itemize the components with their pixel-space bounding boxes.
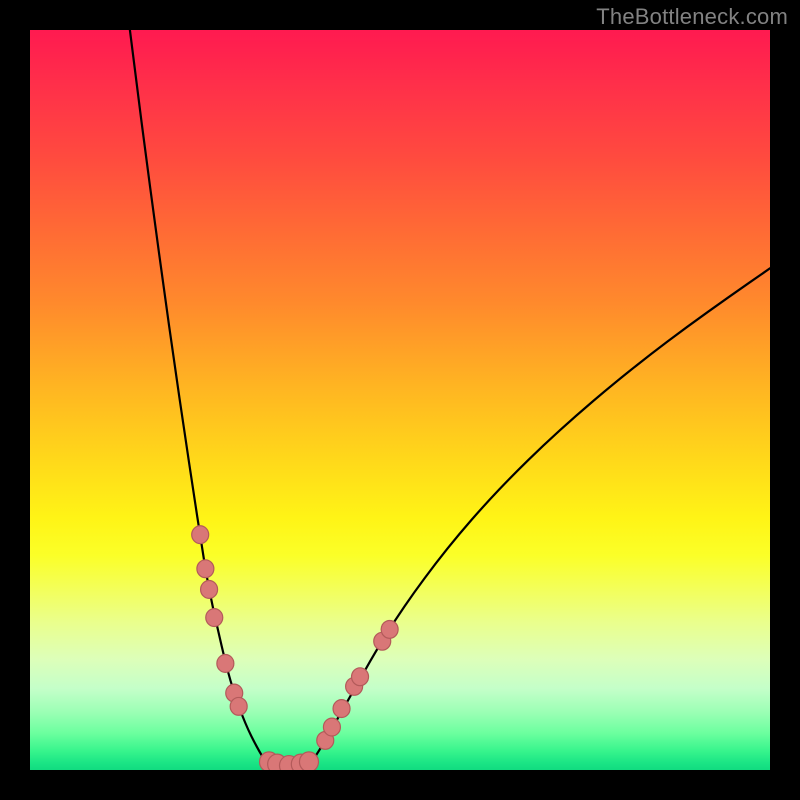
curve-svg bbox=[30, 30, 770, 770]
data-marker bbox=[299, 752, 318, 770]
data-marker bbox=[230, 697, 247, 715]
data-marker bbox=[201, 581, 218, 599]
data-marker bbox=[352, 668, 369, 686]
data-marker bbox=[333, 700, 350, 718]
data-marker bbox=[217, 655, 234, 673]
plot-area bbox=[30, 30, 770, 770]
data-marker bbox=[323, 718, 340, 736]
data-marker bbox=[381, 620, 398, 638]
data-marker bbox=[206, 609, 223, 627]
watermark-text: TheBottleneck.com bbox=[596, 4, 788, 30]
data-marker bbox=[192, 526, 209, 544]
data-marker bbox=[197, 560, 214, 578]
chart-frame: TheBottleneck.com bbox=[0, 0, 800, 800]
